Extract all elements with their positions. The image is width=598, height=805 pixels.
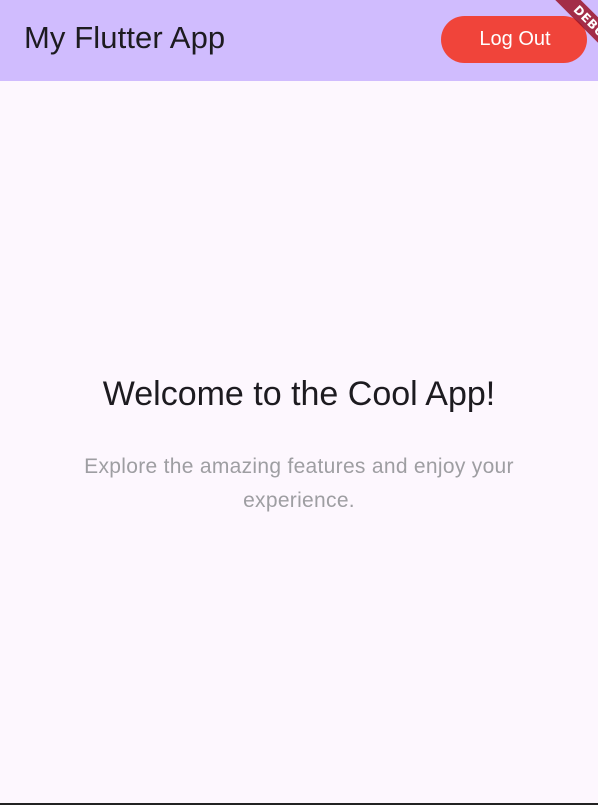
app-title: My Flutter App	[24, 20, 226, 55]
app-window: My Flutter App Log Out DEBUG Welcome to …	[0, 0, 598, 805]
logout-button[interactable]: Log Out	[441, 16, 587, 63]
welcome-heading: Welcome to the Cool App!	[102, 375, 496, 413]
main-content: Welcome to the Cool App! Explore the ama…	[0, 81, 598, 803]
welcome-subtitle: Explore the amazing features and enjoy y…	[84, 455, 514, 512]
app-bar: My Flutter App Log Out	[0, 0, 598, 81]
